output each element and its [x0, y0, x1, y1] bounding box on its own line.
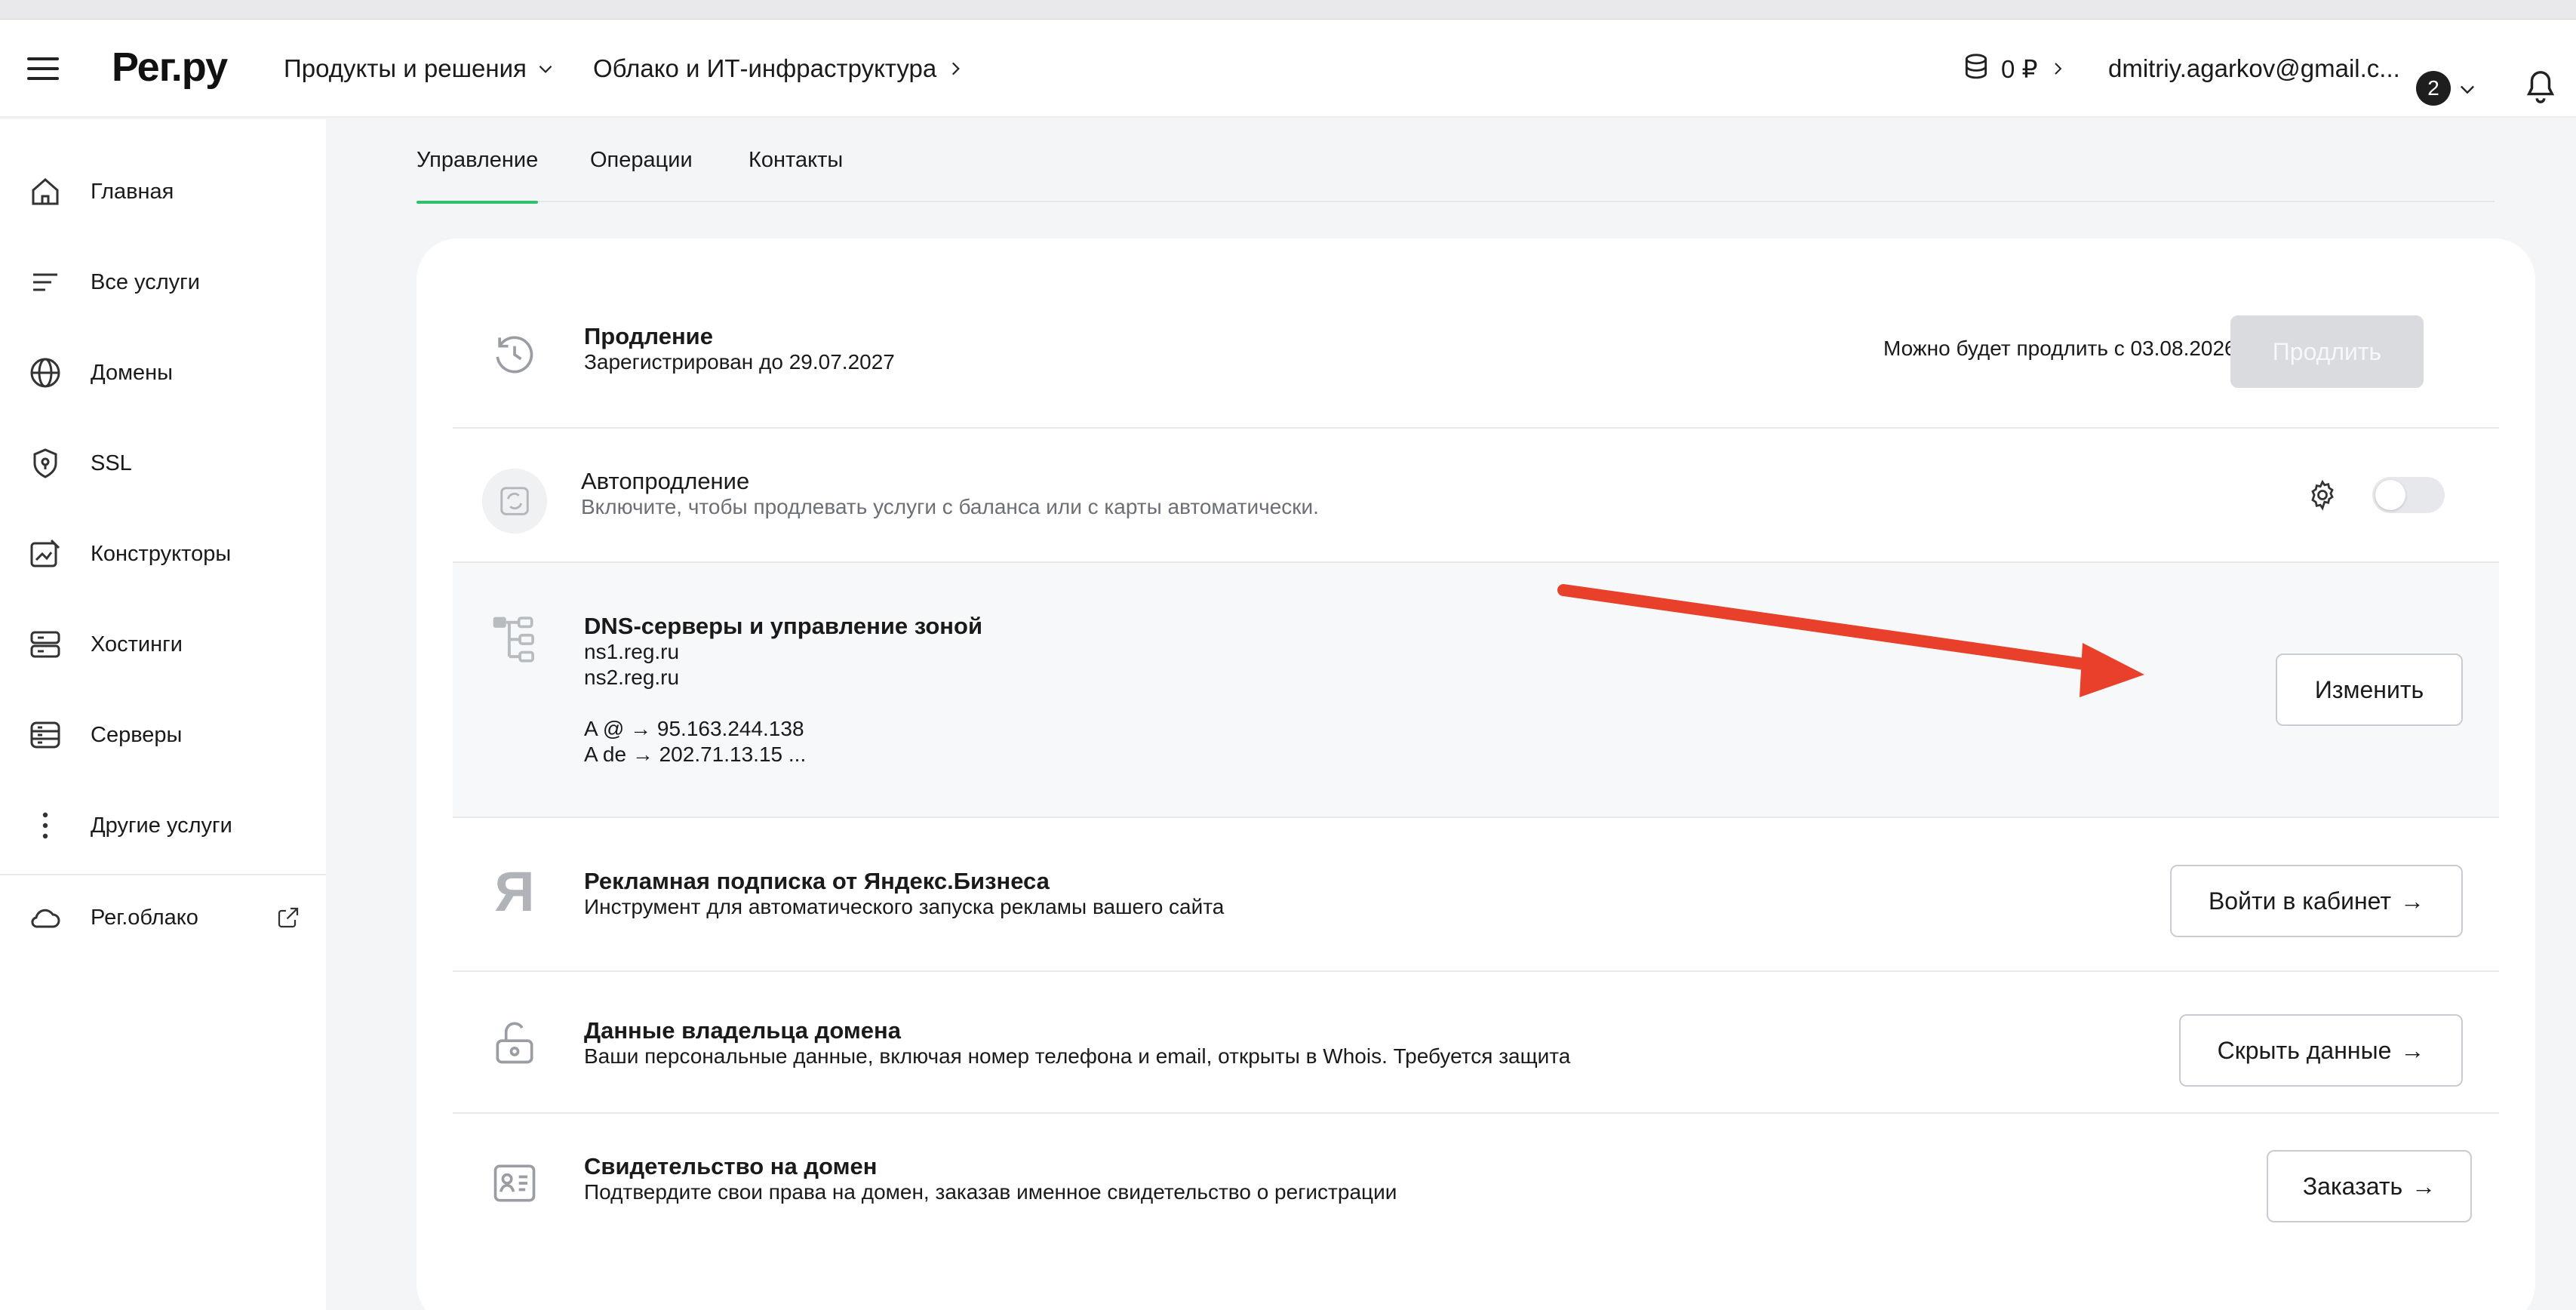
chevron-right-icon: [952, 62, 961, 75]
constructor-icon: [30, 539, 60, 567]
certificate-title: Свидетельство на домен: [584, 1153, 878, 1179]
notifications-badge: 2: [2416, 71, 2451, 106]
autorenew-row: Автопродление Включите, чтобы продлевать…: [453, 429, 2499, 563]
owner-subtitle: Ваши персональные данные, включая номер …: [584, 1044, 1571, 1068]
sidebar-item-domains[interactable]: Домены: [0, 343, 326, 403]
sidebar-item-label: Другие услуги: [91, 813, 232, 838]
yandex-title: Рекламная подписка от Яндекс.Бизнеса: [584, 868, 1050, 894]
menu-icon[interactable]: [27, 57, 59, 80]
server-icon: [30, 721, 60, 749]
hide-data-label: Скрыть данные: [2217, 1036, 2392, 1064]
bell-icon[interactable]: [2523, 68, 2558, 106]
order-label: Заказать: [2302, 1172, 2403, 1200]
certificate-subtitle: Подтвердите свои права на домен, заказав…: [584, 1180, 1397, 1204]
nav-products[interactable]: Продукты и решения: [284, 54, 555, 83]
certificate-icon: [493, 1164, 536, 1202]
arrow-right-icon: →: [2400, 887, 2425, 915]
tab-management[interactable]: Управление: [417, 143, 539, 204]
nav-products-label: Продукты и решения: [284, 54, 527, 82]
autorenew-title: Автопродление: [581, 468, 750, 494]
sidebar-item-label: Домены: [91, 360, 174, 385]
autorenew-toggle[interactable]: [2372, 477, 2445, 513]
renewal-note: Можно будет продлить с 03.08.2026: [1883, 337, 2236, 360]
sidebar-divider: [0, 874, 326, 875]
dns-ns2: ns2.reg.ru: [584, 666, 680, 689]
sidebar-item-home[interactable]: Главная: [0, 161, 326, 222]
cloud-icon: [31, 909, 60, 928]
chevron-down-icon[interactable]: [2457, 78, 2478, 100]
owner-data-row: Данные владельца домена Ваши персональны…: [453, 972, 2499, 1114]
dns-ns1: ns1.reg.ru: [584, 640, 680, 663]
logo[interactable]: Рег.ру: [112, 44, 228, 91]
dns-record-2: A de → 202.71.13.15 ...: [584, 743, 807, 766]
change-dns-button[interactable]: Изменить: [2276, 653, 2463, 726]
sidebar: Главная Все услуги Домены SSL Конструкто…: [0, 119, 326, 1310]
sidebar-item-other-services[interactable]: Другие услуги: [0, 795, 326, 856]
sidebar-item-servers[interactable]: Серверы: [0, 705, 326, 765]
balance-value: 0 ₽: [2001, 54, 2038, 83]
nav-cloud-label: Облако и ИТ-инфраструктура: [593, 54, 937, 82]
tabs: Управление Операции Контакты: [417, 143, 2495, 204]
domain-management-card: Продление Зарегистрирован до 29.07.2027 …: [417, 238, 2535, 1310]
account-email[interactable]: dmitriy.agarkov@gmail.c...: [2108, 54, 2400, 83]
shield-icon: [33, 448, 57, 478]
dns-title: DNS-серверы и управление зоной: [584, 613, 983, 639]
renewal-row: Продление Зарегистрирован до 29.07.2027 …: [453, 284, 2499, 429]
sidebar-item-hosting[interactable]: Хостинги: [0, 614, 326, 675]
sidebar-item-label: Главная: [91, 179, 174, 204]
coins-icon: [1965, 54, 1987, 79]
order-certificate-button[interactable]: Заказать →: [2267, 1150, 2472, 1222]
sidebar-item-reg-cloud[interactable]: Рег.облако: [0, 887, 326, 948]
globe-icon: [30, 358, 60, 388]
renewal-title: Продление: [584, 323, 713, 349]
arrow-right-icon: →: [2400, 1036, 2425, 1064]
nav-cloud[interactable]: Облако и ИТ-инфраструктура: [593, 54, 965, 83]
balance-link[interactable]: 0 ₽: [1962, 51, 2067, 86]
autorenew-subtitle: Включите, чтобы продлевать услуги с бала…: [581, 495, 1319, 518]
gear-icon[interactable]: [2306, 478, 2339, 512]
toggle-knob: [2375, 480, 2405, 510]
yandex-logo-icon: Я: [494, 860, 535, 923]
home-icon: [32, 178, 59, 205]
browser-bookmarks-bar: [0, 0, 2576, 20]
hosting-icon: [30, 631, 60, 658]
dns-row: DNS-серверы и управление зоной ns1.reg.r…: [453, 563, 2499, 818]
yandex-row: Я Рекламная подписка от Яндекс.Бизнеса И…: [453, 818, 2499, 972]
certificate-row: Свидетельство на домен Подтвердите свои …: [453, 1114, 2499, 1257]
dns-record-1: A @ → 95.163.244.138: [584, 717, 804, 740]
tab-operations[interactable]: Операции: [590, 143, 693, 202]
arrow-right-icon: →: [2412, 1172, 2436, 1200]
renew-button[interactable]: Продлить: [2230, 315, 2424, 388]
autorenew-icon: [481, 468, 548, 534]
chevron-right-icon: [2054, 63, 2061, 75]
sidebar-item-label: Все услуги: [91, 269, 200, 294]
sidebar-item-constructors[interactable]: Конструкторы: [0, 524, 326, 584]
sidebar-item-label: Рег.облако: [91, 905, 198, 930]
hide-data-button[interactable]: Скрыть данные →: [2179, 1014, 2463, 1087]
sidebar-item-all-services[interactable]: Все услуги: [0, 252, 326, 312]
renewal-subtitle: Зарегистрирован до 29.07.2027: [584, 350, 895, 374]
unlock-icon: [496, 1022, 533, 1064]
enter-cabinet-button[interactable]: Войти в кабинет →: [2170, 865, 2463, 937]
sidebar-item-ssl[interactable]: SSL: [0, 433, 326, 494]
external-link-icon: [278, 907, 299, 928]
enter-cabinet-label: Войти в кабинет: [2208, 887, 2392, 915]
list-icon: [33, 273, 57, 291]
sidebar-item-label: Хостинги: [91, 632, 183, 657]
sidebar-item-label: Серверы: [91, 722, 183, 747]
chevron-down-icon: [539, 65, 552, 73]
history-clock-icon: [496, 336, 533, 374]
more-vertical-icon: [42, 812, 48, 839]
top-header: Рег.ру Продукты и решения Облако и ИТ-ин…: [0, 20, 2576, 118]
dns-tree-icon: [493, 617, 534, 663]
owner-title: Данные владельца домена: [584, 1017, 901, 1044]
sidebar-item-label: Конструкторы: [91, 541, 232, 566]
tab-contacts[interactable]: Контакты: [749, 143, 843, 202]
yandex-subtitle: Инструмент для автоматического запуска р…: [584, 895, 1225, 918]
sidebar-item-label: SSL: [91, 451, 132, 475]
